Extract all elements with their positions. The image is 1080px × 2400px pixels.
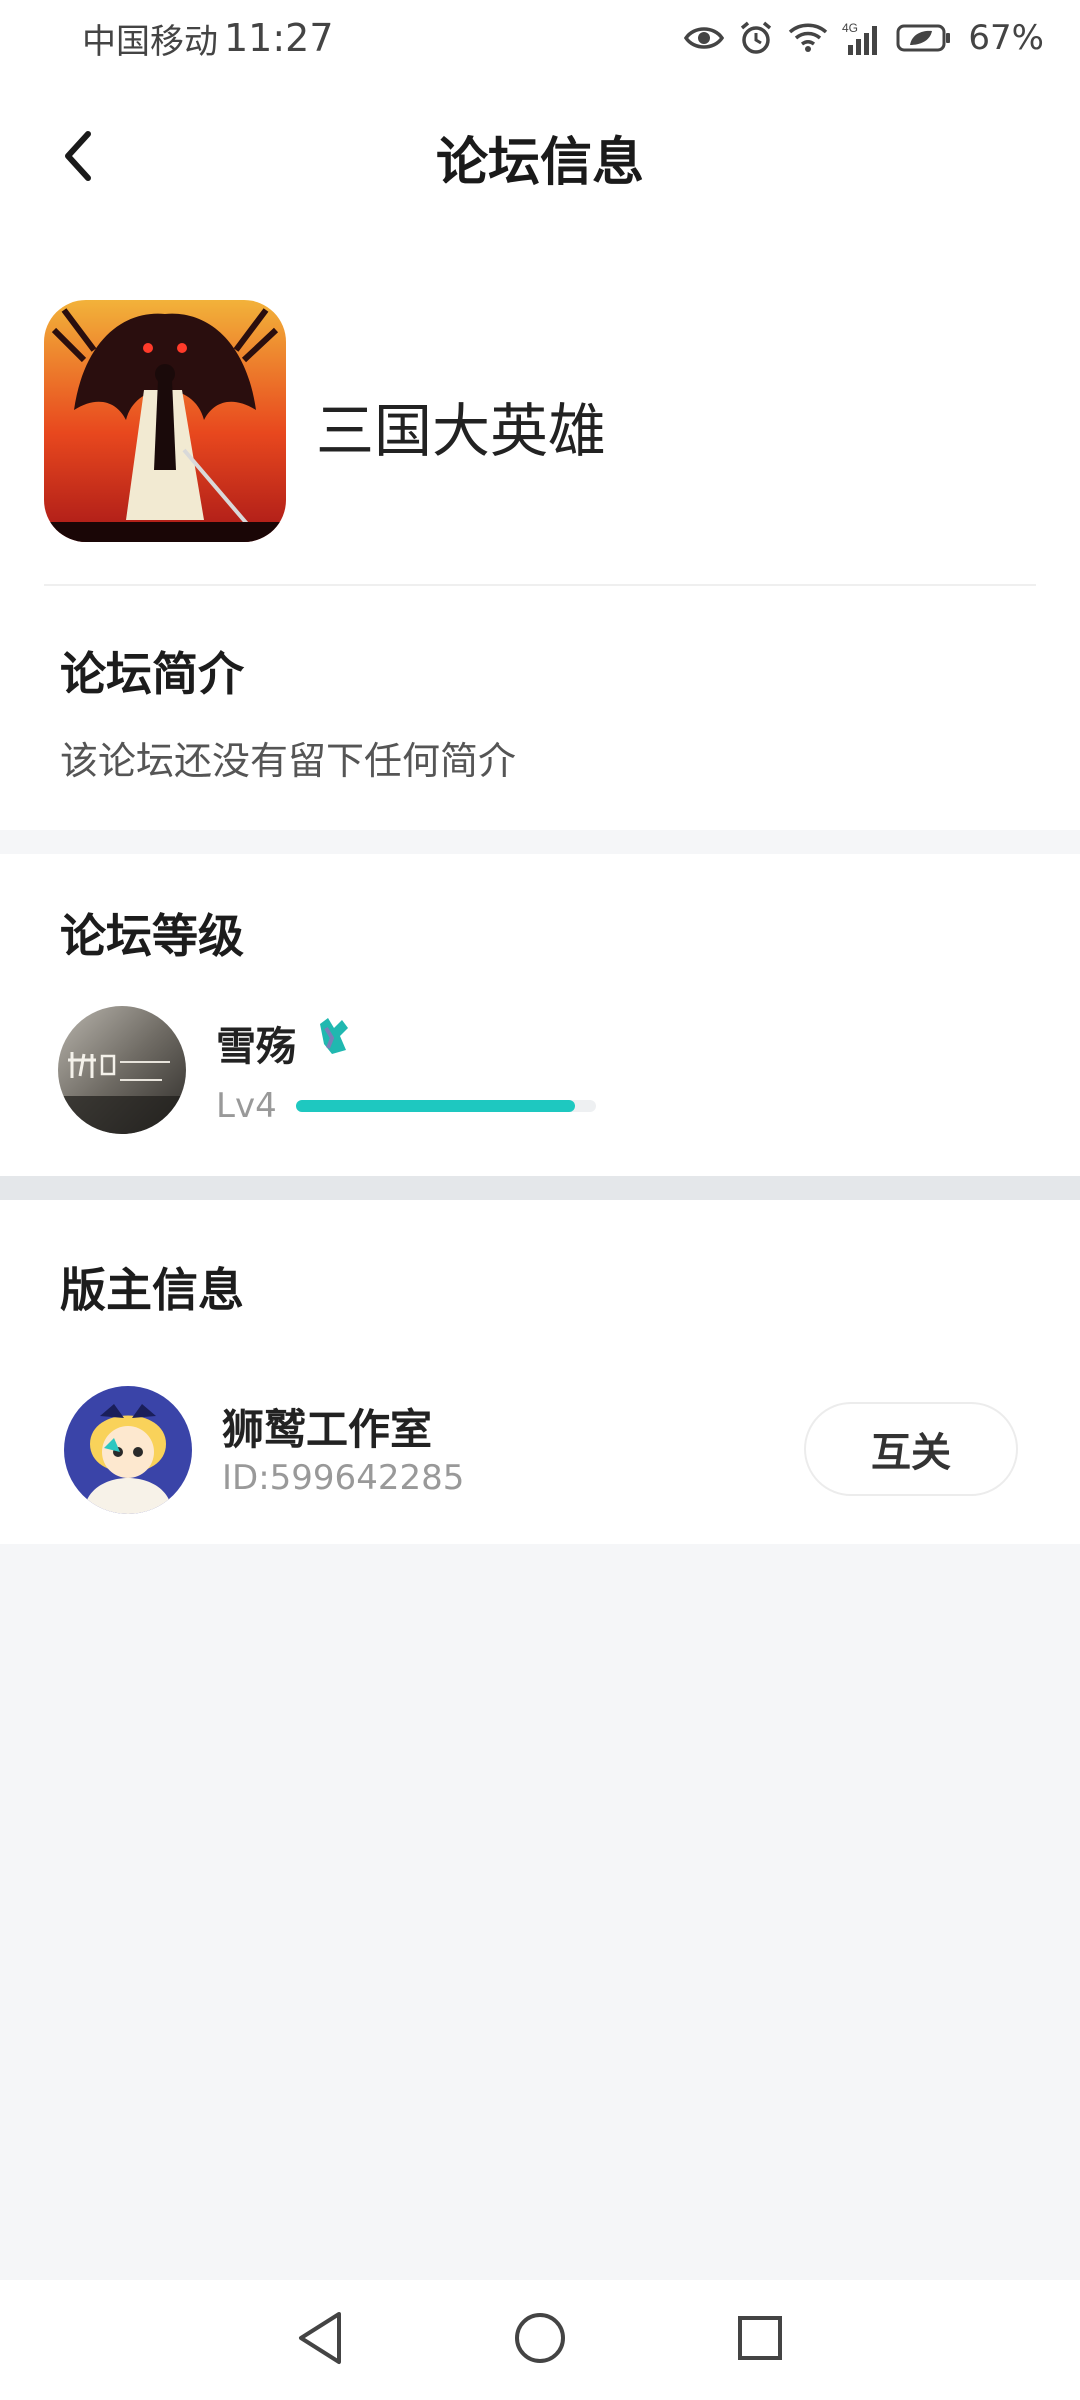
level-card: 论坛等级 雪殇 Lv4 [0, 854, 1080, 1176]
nav-home-button[interactable] [505, 2305, 575, 2375]
moderator-avatar[interactable] [64, 1386, 192, 1514]
forum-card: 三国大英雄 论坛简介 该论坛还没有留下任何简介 [0, 236, 1080, 830]
svg-text:4G: 4G [842, 21, 858, 35]
follow-button[interactable]: 互关 [804, 1402, 1018, 1496]
status-bar: 中国移动 11:27 4G 67% [0, 0, 1080, 76]
recent-square-icon [736, 2314, 784, 2366]
status-left: 中国移动 11:27 [82, 14, 334, 63]
section-separator [0, 1176, 1080, 1200]
wifi-icon [788, 22, 828, 54]
badge-icon [312, 1014, 356, 1058]
user-name: 雪殇 [216, 1024, 296, 1070]
moderator-title: 版主信息 [60, 1263, 244, 1317]
back-triangle-icon [295, 2310, 345, 2370]
signal-4g-icon: 4G [842, 21, 882, 55]
nav-recent-button[interactable] [725, 2305, 795, 2375]
intro-title: 论坛简介 [60, 647, 244, 701]
eye-icon [684, 24, 725, 52]
forum-name: 三国大英雄 [316, 397, 607, 465]
status-time: 11:27 [224, 16, 334, 60]
nav-back-button[interactable] [285, 2305, 355, 2375]
carrier-label: 中国移动 [82, 21, 218, 62]
moderator-id: ID:599642285 [222, 1458, 465, 1498]
app-header: 论坛信息 [0, 76, 1080, 236]
home-circle-icon [513, 2311, 567, 2369]
battery-icon [896, 23, 952, 53]
battery-percent: 67% [968, 18, 1044, 58]
level-progress-bar [296, 1100, 596, 1112]
avatar[interactable] [58, 1006, 186, 1134]
moderator-name: 狮鹫工作室 [222, 1405, 433, 1454]
forum-cover-image [44, 300, 286, 542]
system-nav-bar [0, 2280, 1080, 2400]
user-level: Lv4 [216, 1086, 277, 1126]
level-progress-fill [296, 1100, 575, 1112]
page-title: 论坛信息 [435, 133, 644, 193]
level-title: 论坛等级 [60, 909, 244, 963]
intro-text: 该论坛还没有留下任何简介 [60, 739, 517, 783]
divider [44, 584, 1036, 586]
status-icons: 4G 67% [684, 18, 1044, 58]
alarm-icon [738, 20, 774, 56]
moderator-card: 版主信息 狮鹫工作室 ID:599642285 互关 [0, 1200, 1080, 1544]
